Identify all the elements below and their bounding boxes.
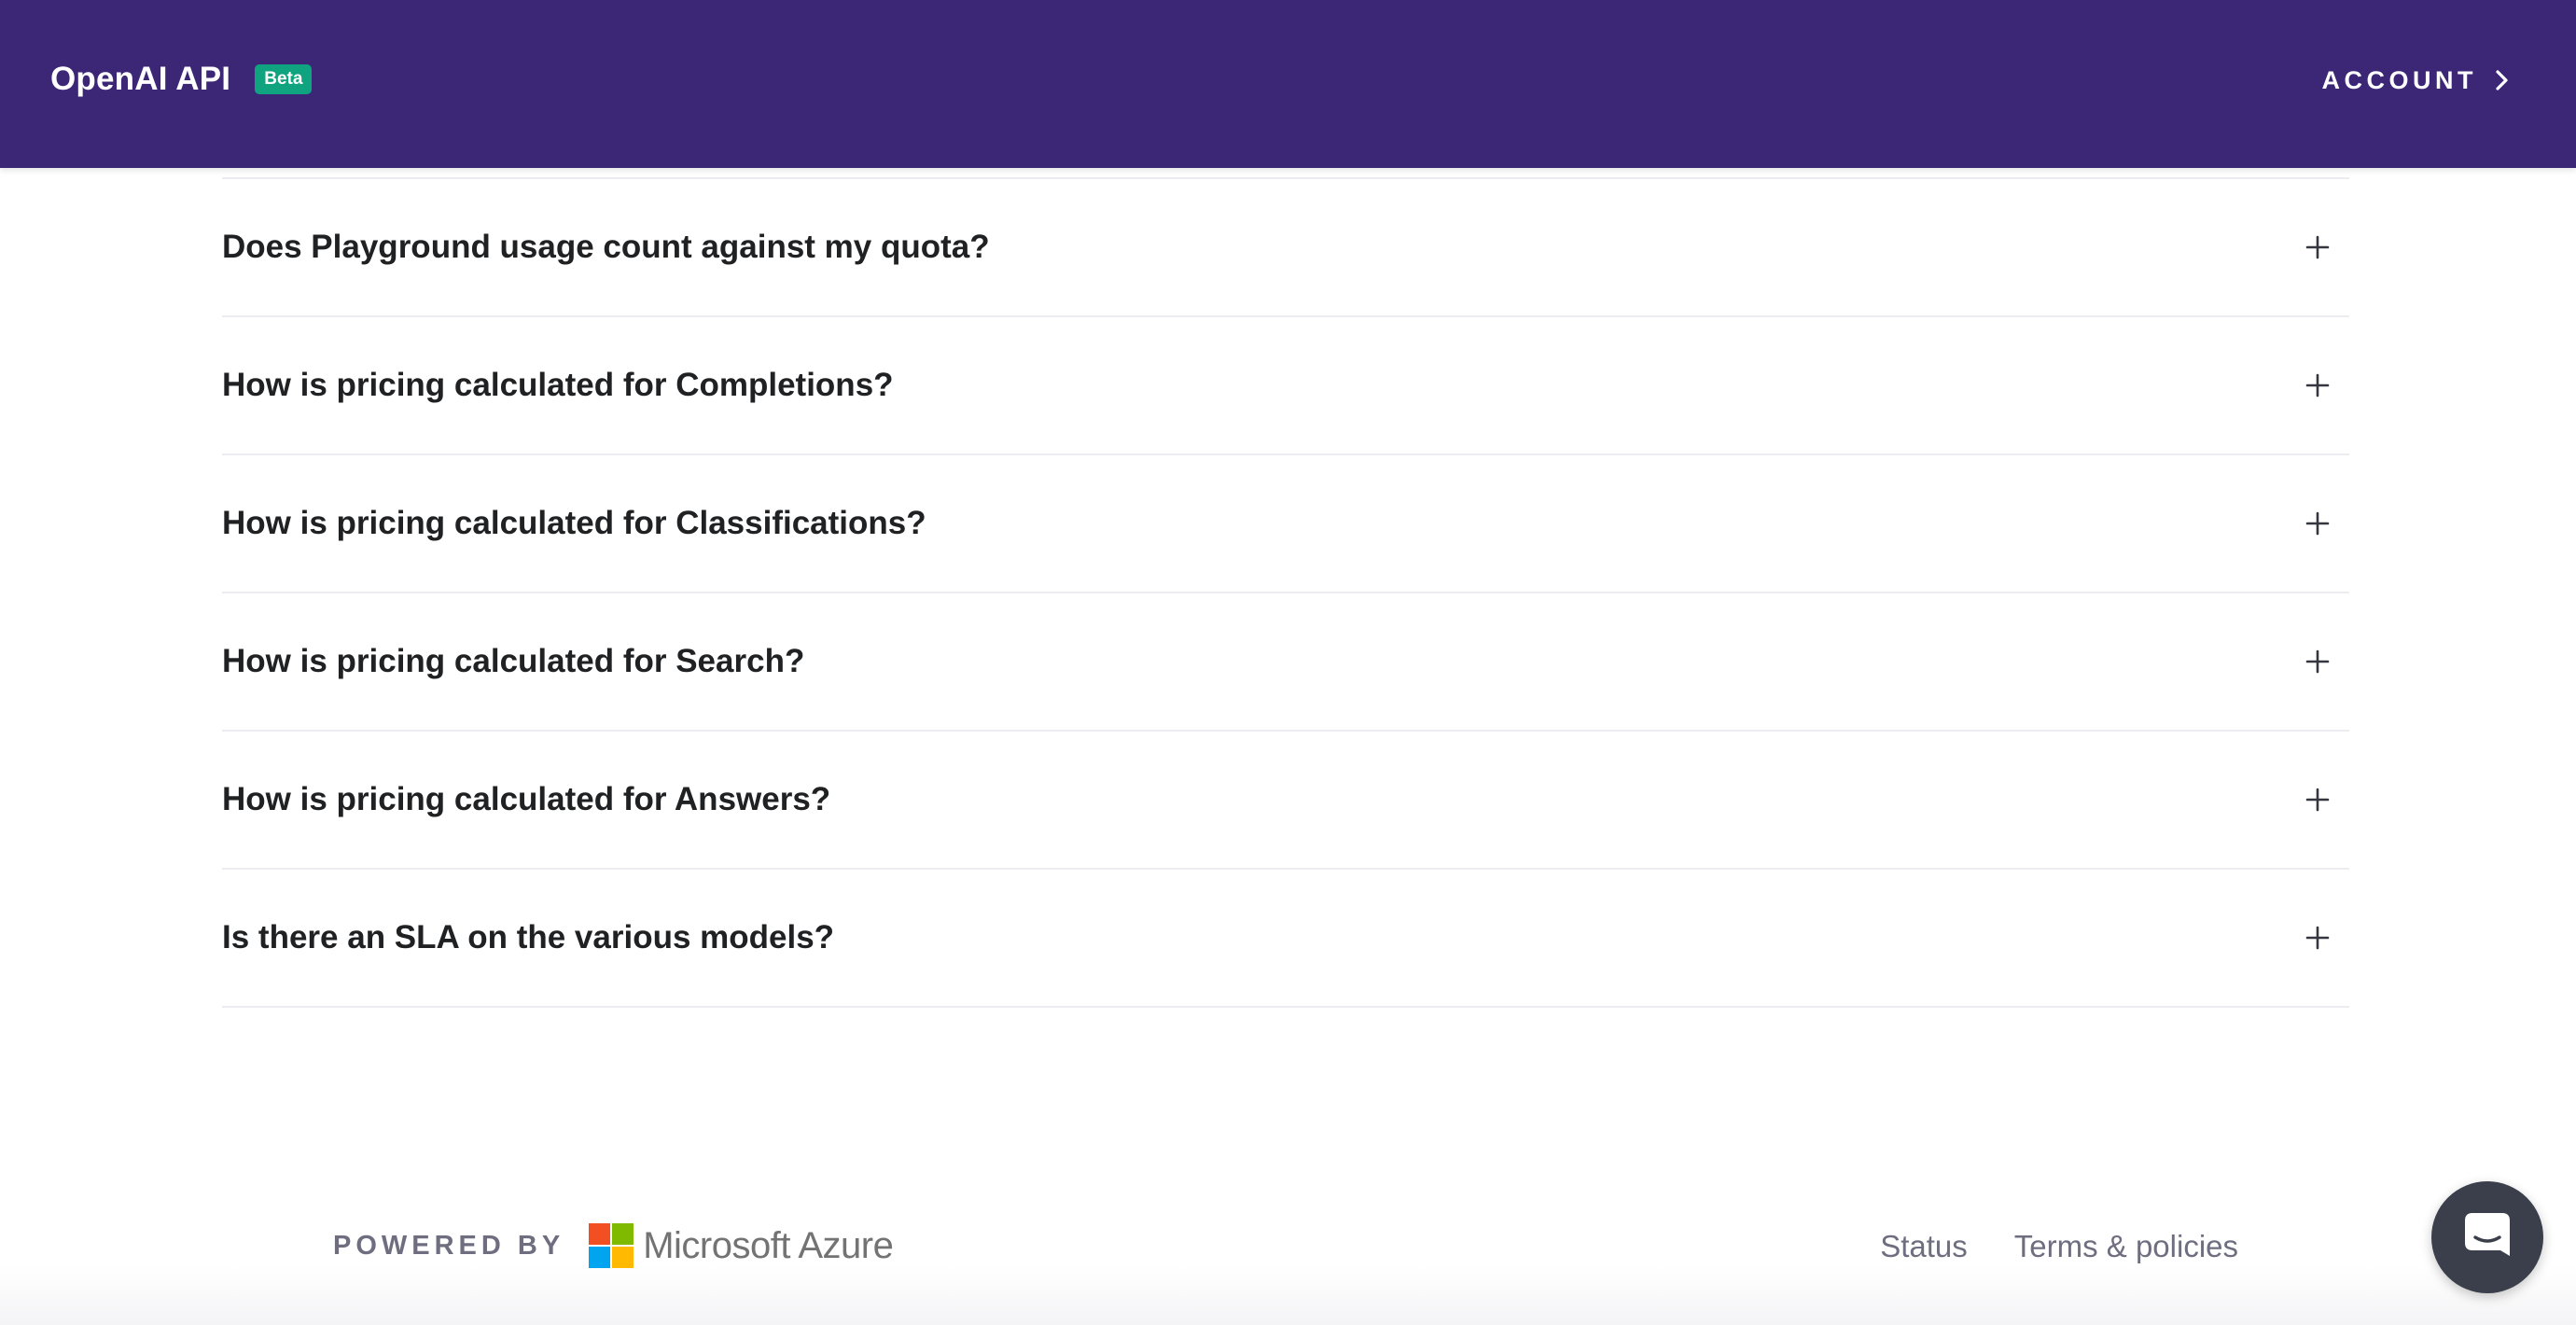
faq-item[interactable]: Does Playground usage count against my q… bbox=[222, 179, 2349, 317]
logo-square-green bbox=[612, 1223, 634, 1245]
faq-question[interactable]: How is pricing calculated for Completion… bbox=[222, 317, 894, 453]
faq-item[interactable]: Is there an SLA on the various models? bbox=[222, 870, 2349, 1008]
account-link[interactable]: ACCOUNT bbox=[2322, 62, 2515, 99]
status-link[interactable]: Status bbox=[1880, 1229, 1968, 1264]
faq-item[interactable]: How is pricing calculated for Classifica… bbox=[222, 455, 2349, 593]
faq-question[interactable]: How is pricing calculated for Classifica… bbox=[222, 455, 926, 592]
footer: POWERED BY Microsoft Azure Status Terms … bbox=[0, 1129, 2576, 1325]
plus-icon[interactable] bbox=[2304, 649, 2331, 675]
terms-policies-link[interactable]: Terms & policies bbox=[2014, 1229, 2238, 1264]
faq-list: Does Playground usage count against my q… bbox=[222, 177, 2349, 1008]
faq-question[interactable]: Is there an SLA on the various models? bbox=[222, 870, 834, 1006]
plus-icon[interactable] bbox=[2304, 372, 2331, 398]
chat-launcher-button[interactable] bbox=[2431, 1181, 2543, 1293]
plus-icon[interactable] bbox=[2304, 787, 2331, 813]
plus-icon[interactable] bbox=[2304, 925, 2331, 951]
plus-icon[interactable] bbox=[2304, 510, 2331, 537]
account-label: ACCOUNT bbox=[2321, 65, 2477, 94]
powered-by-label: POWERED BY bbox=[333, 1230, 565, 1261]
beta-badge: Beta bbox=[255, 64, 313, 94]
chat-bubble-icon bbox=[2465, 1213, 2510, 1256]
plus-icon[interactable] bbox=[2304, 234, 2331, 260]
brand-title[interactable]: OpenAI API bbox=[50, 61, 230, 98]
brand[interactable]: OpenAI API Beta bbox=[50, 58, 313, 101]
faq-question[interactable]: How is pricing calculated for Answers? bbox=[222, 732, 830, 868]
faq-question[interactable]: How is pricing calculated for Search? bbox=[222, 593, 804, 730]
microsoft-logo-icon bbox=[589, 1223, 634, 1268]
chevron-right-icon bbox=[2496, 70, 2508, 91]
logo-square-red bbox=[589, 1223, 611, 1245]
top-navigation-bar: OpenAI API Beta ACCOUNT bbox=[0, 0, 2576, 168]
footer-links: Status Terms & policies bbox=[1833, 1222, 2238, 1271]
faq-item[interactable]: How is pricing calculated for Search? bbox=[222, 593, 2349, 732]
faq-question[interactable]: Does Playground usage count against my q… bbox=[222, 179, 990, 315]
logo-square-yellow bbox=[612, 1247, 634, 1268]
logo-square-blue bbox=[589, 1247, 611, 1268]
powered-by: POWERED BY Microsoft Azure bbox=[333, 1220, 894, 1271]
faq-item[interactable]: How is pricing calculated for Answers? bbox=[222, 732, 2349, 870]
faq-item[interactable]: How is pricing calculated for Completion… bbox=[222, 317, 2349, 455]
azure-wordmark: Microsoft Azure bbox=[643, 1224, 894, 1266]
